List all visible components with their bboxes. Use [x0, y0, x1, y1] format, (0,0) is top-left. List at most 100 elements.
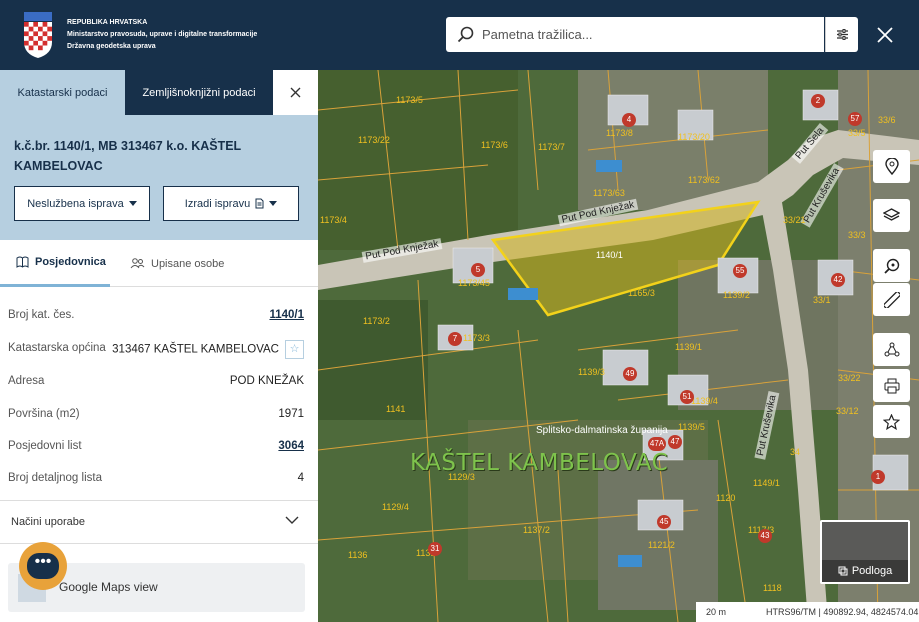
detail-key: Broj kat. čes.	[8, 309, 75, 321]
detail-row-address: Adresa POD KNEŽAK	[0, 366, 318, 398]
tab-land-registry[interactable]: Zemljišnoknjižni podaci	[125, 70, 273, 115]
parcel-label: 1139/4	[691, 396, 718, 406]
smart-search-input[interactable]: Pametna tražilica...	[446, 17, 824, 52]
parcel-label: 33/12	[836, 406, 859, 416]
selected-parcel-label: 1140/1	[596, 250, 623, 260]
subtabs: Posjedovnica Upisane osobe	[0, 240, 318, 287]
detail-key: Adresa	[8, 375, 45, 387]
parcel-label: 1173/2	[363, 316, 390, 326]
share-tool-button[interactable]	[873, 333, 910, 366]
caret-down-icon	[128, 201, 137, 206]
detail-row-area: Površina (m2) 1971	[0, 399, 318, 431]
detail-key: Površina (m2)	[8, 408, 80, 420]
parcel-label: 1149/1	[753, 478, 780, 488]
parcel-label: 1137/2	[523, 525, 550, 535]
ruler-icon	[883, 291, 900, 308]
house-number: 7	[448, 332, 462, 346]
house-number: 5	[471, 263, 485, 277]
search-filter-button[interactable]	[825, 17, 858, 52]
parcel-info-box: k.č.br. 1140/1, MB 313467 k.o. KAŠTEL KA…	[0, 115, 318, 240]
county-label: Splitsko-dalmatinska županija	[536, 425, 668, 436]
create-document-button[interactable]: Izradi ispravu	[163, 186, 299, 221]
zoom-icon	[883, 258, 899, 274]
house-number: 57	[848, 112, 862, 126]
top-header: REPUBLIKA HRVATSKA Ministarstvo pravosud…	[0, 0, 919, 70]
parcel-label: 33/5	[848, 128, 866, 138]
parcel-label: 33/3	[848, 230, 866, 240]
print-tool-button[interactable]	[873, 369, 910, 402]
parcel-label: 1136	[348, 550, 368, 560]
parcel-label: 1118	[763, 583, 782, 593]
org-line-1: REPUBLIKA HRVATSKA	[67, 19, 148, 26]
parcel-label: 33/1	[813, 295, 831, 305]
house-number: 43	[758, 529, 772, 543]
google-maps-label: Google Maps view	[59, 580, 158, 594]
measure-tool-button[interactable]	[873, 283, 910, 316]
parcel-label: 1173/20	[678, 132, 710, 142]
parcel-label: 1173/7	[538, 142, 565, 152]
panel-close-button[interactable]	[273, 70, 318, 115]
tab-cadastral[interactable]: Katastarski podaci	[0, 70, 125, 115]
star-icon	[883, 413, 900, 430]
detail-key: Broj detaljnog lista	[8, 472, 102, 484]
caret-down-icon	[269, 201, 278, 206]
parcel-label: 33/22	[838, 373, 861, 383]
location-tool-button[interactable]	[873, 150, 910, 183]
tab-holding-label: Posjedovnica	[35, 256, 106, 268]
place-name-label: KAŠTEL KAMBELOVAC	[410, 450, 669, 476]
zoom-search-tool-button[interactable]	[873, 249, 910, 282]
basemap-switcher-button[interactable]: Podloga	[820, 520, 910, 584]
close-icon[interactable]	[870, 20, 900, 50]
house-number: 45	[657, 515, 671, 529]
unofficial-document-label: Neslužbena isprava	[27, 197, 124, 210]
detail-value: 4	[297, 472, 304, 484]
usage-accordion[interactable]: Načini uporabe	[0, 500, 318, 544]
house-number: 47	[668, 435, 682, 449]
parcel-label: 1173/22	[358, 135, 390, 145]
chat-bubble-icon: •••	[27, 553, 59, 579]
detail-value: POD KNEŽAK	[229, 375, 304, 387]
tab-persons[interactable]: Upisane osobe	[130, 240, 260, 287]
layers-icon	[883, 208, 900, 221]
layers-tool-button[interactable]	[873, 199, 910, 232]
house-number: 4	[622, 113, 636, 127]
house-number: 51	[680, 390, 694, 404]
parcel-label: 1173/62	[688, 175, 720, 185]
chat-button[interactable]: •••	[19, 542, 67, 590]
house-number: 55	[733, 264, 747, 278]
share-icon	[884, 342, 899, 356]
detail-row-holding-sheet: Posjedovni list 3064	[0, 431, 318, 463]
detail-row-parcel-number: Broj kat. čes. 1140/1	[0, 300, 318, 332]
holding-sheet-link[interactable]: 3064	[278, 440, 304, 452]
usage-label: Načini uporabe	[11, 516, 85, 528]
detail-value: 313467 KAŠTEL KAMBELOVAC ☆	[112, 340, 304, 359]
tab-holding[interactable]: Posjedovnica	[0, 240, 110, 287]
parcel-label: 33/21	[783, 215, 806, 225]
unofficial-document-button[interactable]: Neslužbena isprava	[14, 186, 150, 221]
parcel-label: 1139/3	[578, 367, 605, 377]
house-number: 42	[831, 273, 845, 287]
parcel-label: 1173/6	[481, 140, 508, 150]
favorite-star-icon[interactable]: ☆	[285, 340, 304, 359]
parcel-number-link[interactable]: 1140/1	[269, 309, 304, 321]
printer-icon	[884, 378, 899, 393]
sliders-icon	[837, 29, 848, 40]
create-document-label: Izradi ispravu	[184, 197, 251, 210]
parcel-label: 1139/5	[678, 422, 705, 432]
parcel-label: 1173/45	[458, 278, 490, 288]
tab-persons-label: Upisane osobe	[151, 257, 225, 270]
panel-tabs: Katastarski podaci Zemljišnoknjižni poda…	[0, 70, 318, 115]
org-line-2: Ministarstvo pravosuda, uprave i digital…	[67, 31, 258, 38]
parcel-label: 1173/3	[463, 333, 490, 343]
favorites-tool-button[interactable]	[873, 405, 910, 438]
detail-row-sheet-number: Broj detaljnog lista 4	[0, 463, 318, 495]
parcel-label: 1165/3	[628, 288, 655, 298]
parcel-label: 1139/1	[675, 342, 702, 352]
parcel-label: 1173/5	[396, 95, 423, 105]
scale-label: 20 m	[706, 607, 727, 617]
basemap-label: Podloga	[851, 565, 893, 577]
detail-key: Posjedovni list	[8, 440, 82, 452]
parcel-label: 1173/8	[606, 128, 633, 138]
document-icon	[255, 198, 264, 209]
detail-row-cadastral-municipality: Katastarska općina 313467 KAŠTEL KAMBELO…	[0, 333, 318, 365]
